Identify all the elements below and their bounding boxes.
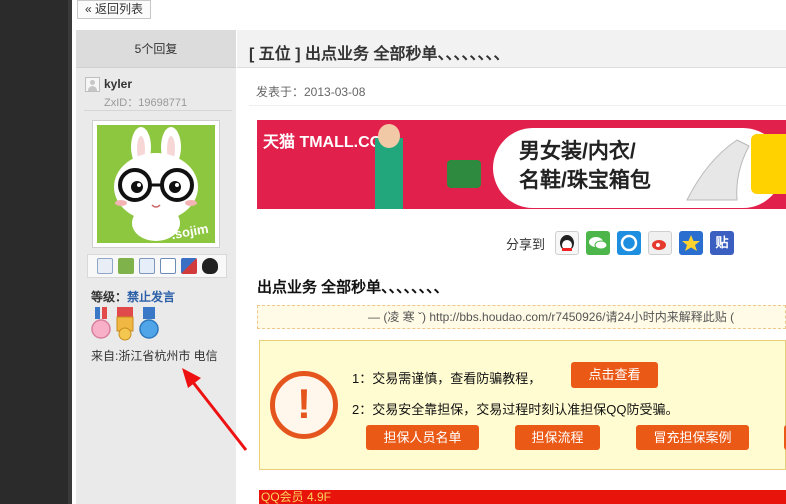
- banner-yellow-badge: [751, 134, 786, 194]
- top-strip: [76, 19, 786, 30]
- guarantee-process-button[interactable]: 担保流程: [515, 425, 600, 450]
- author-username[interactable]: kyler: [104, 77, 132, 91]
- mail-icon[interactable]: [96, 258, 113, 274]
- qzone-icon[interactable]: [617, 231, 642, 255]
- author-zxid: ZxID：19698771: [104, 97, 188, 109]
- favorite-icon[interactable]: [679, 231, 704, 255]
- notice-line-2: 2：交易安全靠担保，交易过程时刻认准担保QQ防受骗。: [352, 402, 679, 417]
- wechat-icon[interactable]: [586, 231, 611, 255]
- back-to-list-button[interactable]: « 返回列表: [77, 0, 152, 19]
- avatar[interactable]: .sojim: [92, 120, 220, 248]
- share-icon[interactable]: [180, 258, 197, 274]
- author-row: kyler: [85, 76, 132, 92]
- share-label: 分享到: [506, 236, 546, 252]
- qq-icon[interactable]: [201, 258, 218, 274]
- message-icon[interactable]: [159, 258, 176, 274]
- medal-list: [91, 307, 159, 343]
- post-date: 发表于：2013-03-08: [256, 85, 366, 99]
- author-action-icons: [87, 254, 227, 278]
- post-title: [ 五位 ] 出点业务 全部秒单、、、、、、、、: [249, 46, 510, 63]
- tmall-ad-banner[interactable]: 天猫 TMALL.COM 男女装/内衣/ 名鞋/珠宝箱包: [257, 120, 786, 209]
- guarantor-list-button[interactable]: 担保人员名单: [366, 425, 479, 450]
- left-dark-margin: [0, 0, 72, 504]
- divider: [249, 105, 786, 106]
- tieba-icon[interactable]: 贴: [710, 231, 735, 255]
- add-friend-icon[interactable]: [117, 258, 134, 274]
- banner-line-1: 男女装/内衣/: [519, 140, 636, 163]
- view-tutorial-button[interactable]: 点击查看: [571, 362, 658, 388]
- post-body-title: 出点业务 全部秒单、、、、、、、、: [257, 279, 449, 296]
- fake-guarantor-cases-button[interactable]: 冒充担保案例: [636, 425, 749, 450]
- user-icon: [85, 76, 100, 92]
- divider: [84, 110, 232, 111]
- weibo-icon[interactable]: [648, 231, 673, 255]
- share-bar: 分享到 贴: [506, 230, 741, 256]
- author-location: 来自:浙江省杭州市 电信: [91, 349, 218, 363]
- user-level: 等级：禁止发言: [91, 290, 176, 304]
- author-sidebar: 5个回复 kyler ZxID：19698771 .sojim 等级：禁止发言 …: [76, 30, 236, 504]
- banner-line-2: 名鞋/珠宝箱包: [519, 169, 651, 192]
- level-value: 禁止发言: [127, 290, 176, 304]
- reply-count: 5个回复: [76, 30, 236, 68]
- qq-icon[interactable]: [555, 231, 580, 255]
- footer-ad-bar[interactable]: QQ会员 4.9F: [259, 490, 786, 504]
- safety-notice: ! 1：交易需谨慎，查看防骗教程， 点击查看 2：交易安全靠担保，交易过程时刻认…: [259, 340, 786, 470]
- post-content: [ 五位 ] 出点业务 全部秒单、、、、、、、、 发表于：2013-03-08 …: [237, 30, 786, 504]
- admin-note: — (凌 寒 ˇ) http://bbs.houdao.com/r7450926…: [257, 305, 786, 329]
- warning-icon: !: [270, 371, 338, 439]
- profile-icon[interactable]: [138, 258, 155, 274]
- post-title-bar: [ 五位 ] 出点业务 全部秒单、、、、、、、、: [237, 30, 786, 68]
- notice-line-1: 1：交易需谨慎，查看防骗教程，: [352, 371, 542, 386]
- medal-gold-icon[interactable]: [115, 307, 135, 341]
- medal-blue-icon[interactable]: [139, 307, 159, 341]
- medal-pink-icon[interactable]: [91, 307, 111, 341]
